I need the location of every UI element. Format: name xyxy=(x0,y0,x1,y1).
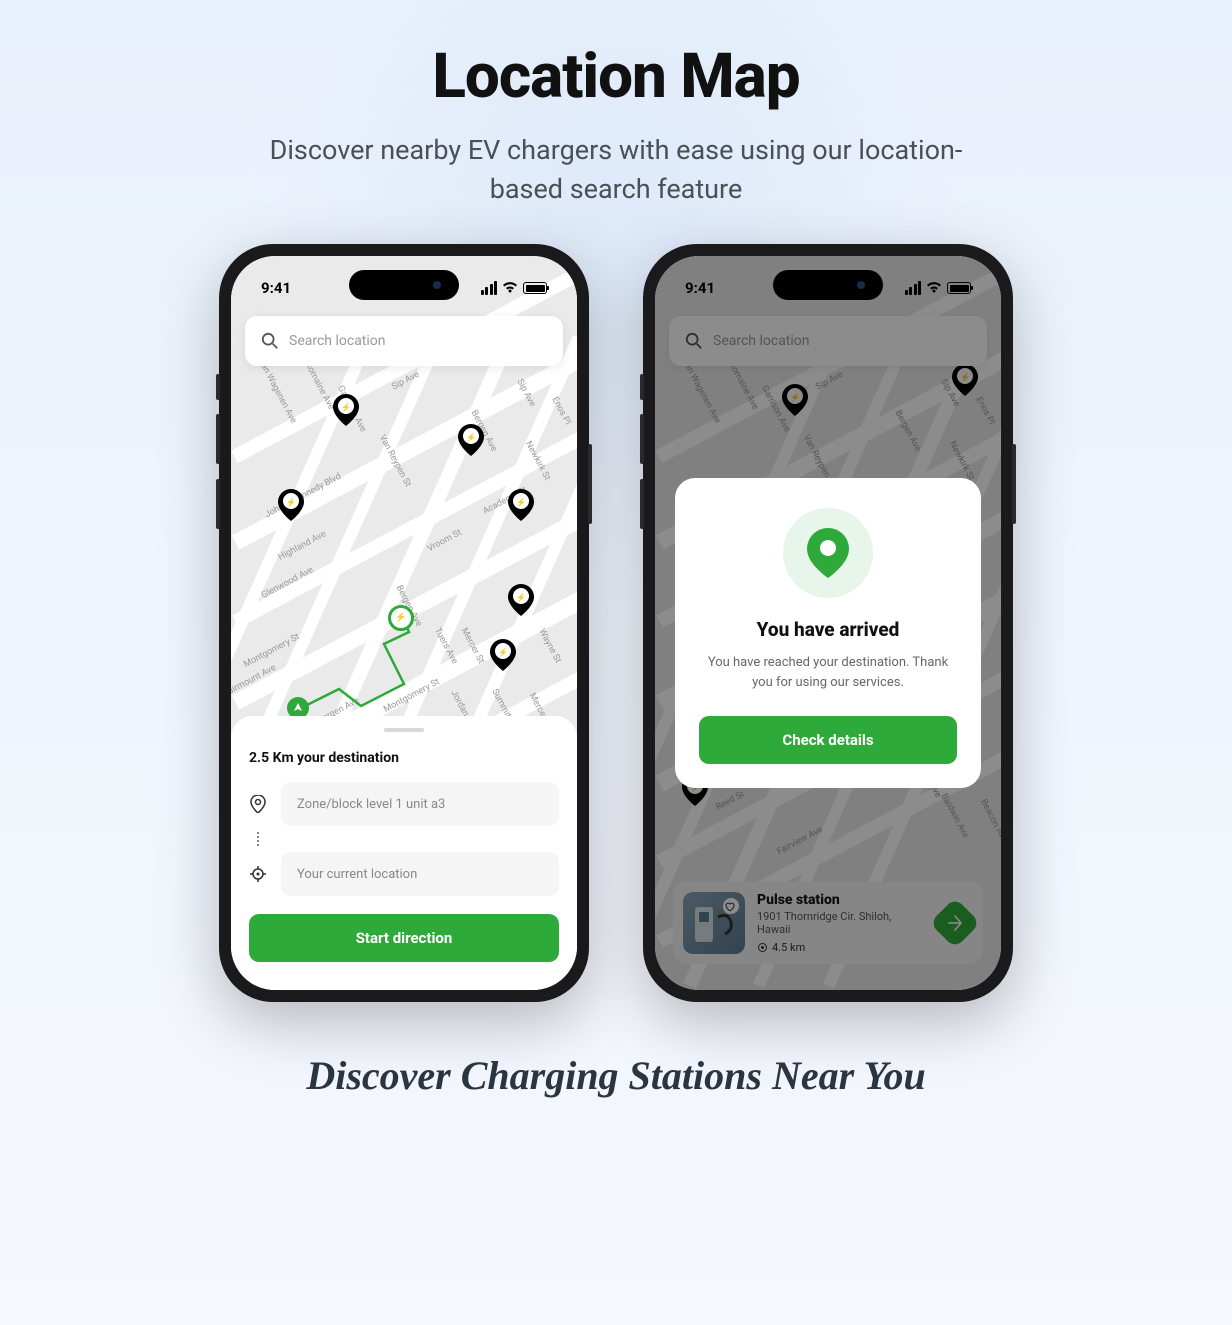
check-details-button[interactable]: Check details xyxy=(699,716,957,764)
notch xyxy=(773,270,883,300)
road-label: Vroom St xyxy=(426,528,464,554)
current-location-icon xyxy=(249,866,267,882)
search-icon xyxy=(261,332,279,350)
page-title: Location Map xyxy=(241,40,991,113)
route-connector xyxy=(257,832,259,846)
origin-input[interactable]: Your current location xyxy=(281,852,559,896)
page-subtitle: Discover nearby EV chargers with ease us… xyxy=(241,131,991,209)
svg-text:⚡: ⚡ xyxy=(286,497,296,507)
arrived-modal: You have arrived You have reached your d… xyxy=(675,478,981,788)
charger-pin-icon[interactable]: ⚡ xyxy=(490,639,516,671)
arrived-location-icon xyxy=(783,508,873,598)
svg-text:⚡: ⚡ xyxy=(498,647,508,657)
phone-mockup-directions: 9:41 Van W xyxy=(219,244,589,1002)
road-label: Enos Pl xyxy=(550,396,573,427)
modal-title: You have arrived xyxy=(699,618,957,641)
battery-icon xyxy=(523,282,547,294)
notch xyxy=(349,270,459,300)
start-direction-button[interactable]: Start direction xyxy=(249,914,559,962)
signal-icon xyxy=(481,281,498,295)
charger-pin-icon[interactable]: ⚡ xyxy=(333,394,359,426)
destination-pin-icon xyxy=(249,795,267,813)
distance-label: 2.5 Km your destination xyxy=(249,750,559,766)
sheet-handle[interactable] xyxy=(384,728,424,732)
destination-input[interactable]: Zone/block level 1 unit a3 xyxy=(281,782,559,826)
charger-pin-icon[interactable]: ⚡ xyxy=(278,489,304,521)
svg-text:⚡: ⚡ xyxy=(341,402,351,412)
wifi-icon xyxy=(502,282,518,294)
svg-text:⚡: ⚡ xyxy=(516,497,526,507)
svg-text:⚡: ⚡ xyxy=(466,432,476,442)
road-label: Van Wagenen Ave xyxy=(256,357,299,425)
charger-pin-icon[interactable]: ⚡ xyxy=(508,584,534,616)
search-input[interactable] xyxy=(289,333,547,349)
road-label: Wayne St xyxy=(536,628,562,666)
route-destination-marker[interactable]: ⚡ xyxy=(388,605,414,631)
footer-tagline: Discover Charging Stations Near You xyxy=(306,1052,925,1099)
phone-mockup-arrived: 9:41 Van Wagenen Av xyxy=(643,244,1013,1002)
charger-pin-icon[interactable]: ⚡ xyxy=(508,489,534,521)
modal-description: You have reached your destination. Thank… xyxy=(699,653,957,692)
search-bar[interactable] xyxy=(245,316,563,366)
svg-text:⚡: ⚡ xyxy=(516,592,526,602)
directions-sheet[interactable]: 2.5 Km your destination Zone/block level… xyxy=(231,716,577,990)
status-time: 9:41 xyxy=(261,279,291,297)
charger-pin-icon[interactable]: ⚡ xyxy=(458,424,484,456)
